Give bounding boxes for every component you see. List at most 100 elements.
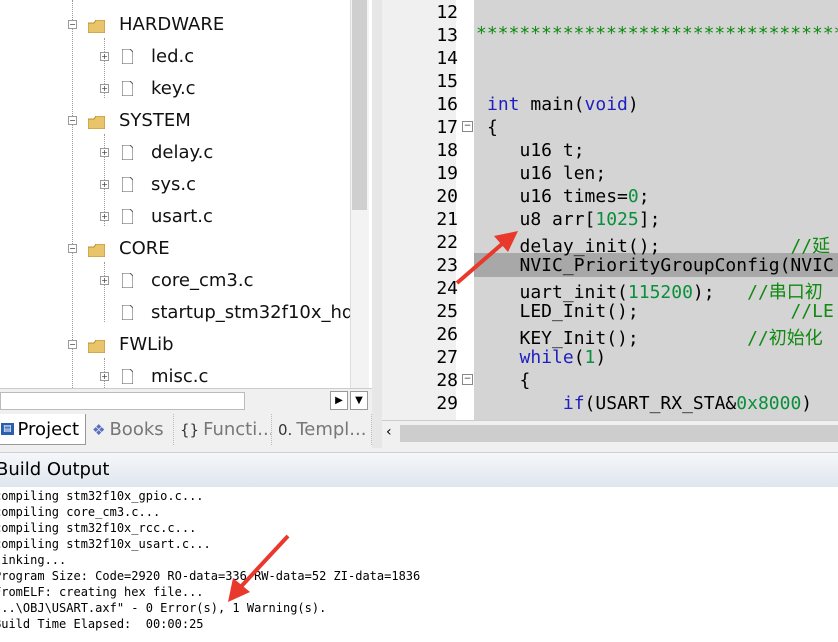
tab-label: Books (109, 419, 164, 440)
tree-file-usart[interactable]: + usart.c (100, 201, 213, 231)
scroll-left-icon[interactable]: ‹ (386, 424, 392, 440)
books-icon: ❖ (92, 420, 106, 439)
folder-icon (87, 242, 106, 257)
tree-label: startup_stm32f10x_hd. (151, 301, 360, 323)
tree-label: usart.c (151, 205, 213, 227)
log-line: compiling stm32f10x_rcc.c... (0, 521, 197, 535)
tree-label: HARDWARE (119, 13, 225, 35)
tree-file-misc[interactable]: + misc.c (100, 361, 208, 388)
folder-icon (87, 338, 106, 353)
line-number: 18 (436, 140, 458, 161)
code-line: ************************************** (476, 23, 838, 44)
tab-functions[interactable]: {} Functi... (176, 414, 272, 445)
scrollbar-thumb[interactable] (400, 425, 838, 442)
line-number: 29 (436, 393, 458, 414)
tree-file-delay[interactable]: + delay.c (100, 137, 213, 167)
tree-file-key[interactable]: + key.c (100, 73, 196, 103)
line-number: 24 (436, 278, 458, 299)
scrollbar-thumb[interactable] (0, 392, 245, 410)
code-line: LED_Init(); //LE (487, 301, 834, 322)
tree-file-sys[interactable]: + sys.c (100, 169, 196, 199)
tab-label: Templ... (296, 419, 367, 440)
file-icon (121, 304, 134, 320)
project-icon: ▤ (1, 423, 14, 435)
file-icon (121, 176, 134, 192)
tree-horizontal-scrollbar[interactable]: ▶ ▼ (0, 388, 372, 411)
build-output-title: Build Output (0, 459, 110, 480)
tree-label: sys.c (151, 173, 197, 195)
fold-collapse-icon[interactable]: − (462, 374, 473, 385)
code-line: u16 times=0; (487, 186, 650, 207)
tab-templates[interactable]: 0. Templ... (274, 414, 372, 445)
expand-icon[interactable]: + (100, 180, 109, 189)
tree-folder-hardware[interactable]: − HARDWARE (68, 9, 224, 39)
tree-label: delay.c (151, 141, 214, 163)
log-line: compiling stm32f10x_usart.c... (0, 537, 211, 551)
project-tabs: ▤ Project ❖ Books {} Functi... 0. Templ.… (0, 412, 372, 447)
file-icon (121, 80, 134, 96)
editor-horizontal-scrollbar[interactable]: ‹ (382, 420, 838, 447)
code-line: u16 len; (487, 163, 607, 184)
tab-project[interactable]: ▤ Project (0, 414, 86, 445)
tree-vertical-scrollbar[interactable] (350, 0, 369, 388)
code-line: { (487, 370, 531, 391)
tree-label: CORE (119, 237, 170, 259)
pane-splitter[interactable] (372, 0, 382, 448)
log-line: compiling stm32f10x_gpio.c... (0, 489, 204, 503)
file-icon (121, 144, 134, 160)
build-output-log[interactable]: compiling stm32f10x_gpio.c... compiling … (0, 487, 838, 642)
line-number: 12 (436, 2, 458, 23)
expand-icon[interactable]: + (100, 148, 109, 157)
file-icon (121, 368, 134, 384)
tree-label: core_cm3.c (151, 269, 254, 291)
code-line: NVIC_PriorityGroupConfig(NVIC (487, 255, 834, 276)
scrollbar-thumb[interactable] (352, 0, 367, 210)
expand-icon[interactable]: + (100, 84, 109, 93)
tree-file-led[interactable]: + led.c (100, 41, 194, 71)
tree-folder-fwlib[interactable]: − FWLib (68, 329, 174, 359)
tree-label: SYSTEM (119, 109, 191, 131)
code-editor[interactable]: 12 13 **********************************… (382, 0, 838, 420)
line-number: 17 (436, 117, 458, 138)
folder-icon (87, 114, 106, 129)
project-tree: − HARDWARE + led.c + key.c − SYSTEM + de… (0, 0, 372, 388)
collapse-icon[interactable]: − (68, 20, 77, 29)
code-line: u16 t; (487, 140, 585, 161)
tree-folder-core[interactable]: − CORE (68, 233, 170, 263)
log-line: Program Size: Code=2920 RO-data=336 RW-d… (0, 569, 421, 583)
tab-label: Project (17, 418, 80, 440)
tree-label: misc.c (151, 365, 209, 387)
log-line: compiling core_cm3.c... (0, 505, 161, 519)
expand-icon[interactable]: + (100, 372, 109, 381)
expand-icon[interactable]: + (100, 212, 109, 221)
code-line: int main(void) (487, 94, 639, 115)
build-output-header: Build Output (0, 452, 838, 488)
collapse-icon[interactable]: − (68, 116, 77, 125)
expand-icon[interactable]: + (100, 52, 109, 61)
code-line: u8 arr[1025]; (487, 209, 661, 230)
line-number: 15 (436, 71, 458, 92)
line-number: 13 (436, 25, 458, 46)
line-number: 22 (436, 232, 458, 253)
line-number: 27 (436, 347, 458, 368)
tree-file-core-cm3[interactable]: + core_cm3.c (100, 265, 254, 295)
tree-file-startup[interactable]: startup_stm32f10x_hd. (100, 297, 359, 327)
collapse-icon[interactable]: − (68, 244, 77, 253)
tab-books[interactable]: ❖ Books (88, 414, 174, 445)
expand-icon[interactable]: + (100, 276, 109, 285)
line-number: 16 (436, 94, 458, 115)
tree-label: FWLib (119, 333, 174, 355)
code-line: { (487, 117, 498, 138)
functions-icon: {} (180, 420, 200, 439)
fold-collapse-icon[interactable]: − (462, 121, 473, 132)
collapse-icon[interactable]: − (68, 340, 77, 349)
line-number: 26 (436, 324, 458, 345)
log-line: linking... (0, 553, 67, 567)
code-line: while(1) (519, 347, 607, 368)
scroll-right-icon[interactable]: ▶ (330, 391, 348, 410)
line-number: 21 (436, 209, 458, 230)
file-icon (121, 272, 134, 288)
tree-folder-system[interactable]: − SYSTEM (68, 105, 191, 135)
scroll-down-icon[interactable]: ▼ (350, 391, 368, 410)
tab-label: Functi... (203, 419, 272, 440)
